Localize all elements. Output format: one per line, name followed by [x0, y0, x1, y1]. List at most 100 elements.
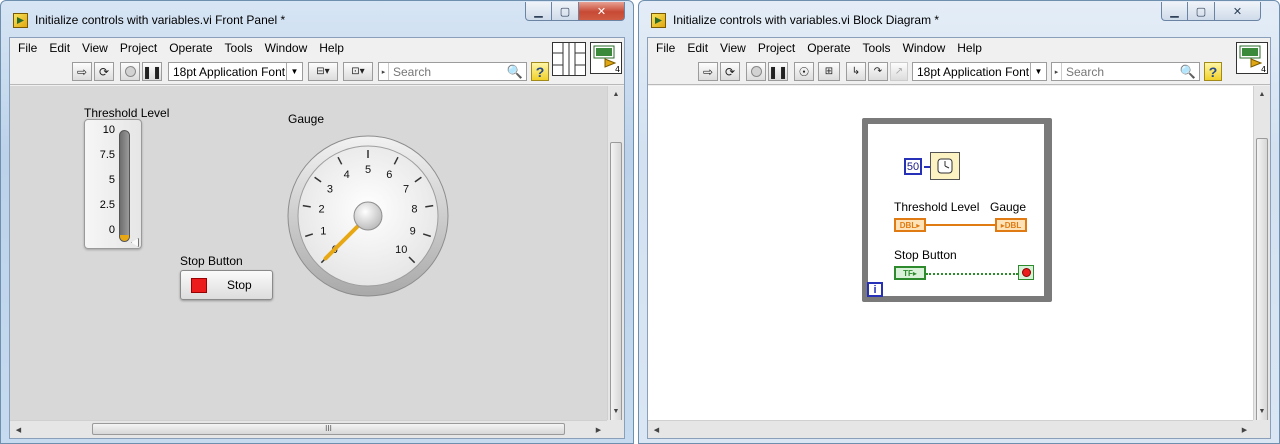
search-box[interactable]: ▸ Search 🔍	[1051, 62, 1200, 81]
maximize-button[interactable]: ▢	[552, 2, 579, 21]
search-options-icon[interactable]: ▸	[379, 63, 389, 80]
dbl-tag: DBL	[1004, 220, 1022, 230]
menu-help[interactable]: Help	[951, 38, 988, 58]
stop-button-terminal[interactable]: TF ▸	[894, 266, 926, 280]
slide-thumb[interactable]	[131, 238, 139, 247]
run-continuously-icon[interactable]: ⟳	[94, 62, 114, 81]
menu-window[interactable]: Window	[259, 38, 314, 58]
menu-view[interactable]: View	[714, 38, 752, 58]
while-loop[interactable]: 50 Threshold Level DBL ▸ Gauge ▸ DBL Stop …	[862, 118, 1052, 302]
slide-track[interactable]	[119, 130, 130, 242]
scroll-up-icon[interactable]: ▲	[608, 86, 624, 103]
gauge-indicator: 012345678910	[287, 135, 449, 297]
menu-view[interactable]: View	[76, 38, 114, 58]
slide-tick: 2.5	[99, 199, 115, 211]
scroll-left-icon[interactable]: ◀	[10, 421, 27, 438]
block-diagram-client: File Edit View Project Operate Tools Win…	[647, 37, 1271, 439]
menu-operate[interactable]: Operate	[163, 38, 218, 58]
font-selector[interactable]: 18pt Application Font ▼	[168, 62, 303, 81]
wire-stop-boolean	[926, 273, 1018, 275]
distribute-objects-icon[interactable]: ⊡▾	[343, 62, 373, 81]
front-panel-title: Initialize controls with variables.vi Fr…	[35, 13, 286, 27]
wire-threshold-to-gauge	[926, 224, 996, 226]
menu-bar: File Edit View Project Operate Tools Win…	[648, 38, 1270, 58]
vertical-scroll-thumb[interactable]	[610, 142, 622, 422]
scroll-down-icon[interactable]: ▼	[1254, 403, 1270, 420]
scroll-right-icon[interactable]: ▶	[590, 421, 607, 438]
scroll-down-icon[interactable]: ▼	[608, 403, 624, 420]
search-icon[interactable]: 🔍	[1177, 64, 1199, 80]
vertical-scrollbar[interactable]: ▲ ▼	[1253, 86, 1270, 422]
block-diagram-canvas[interactable]: 50 Threshold Level DBL ▸ Gauge ▸ DBL Stop …	[648, 86, 1255, 420]
gauge-tick-label: 7	[403, 183, 409, 195]
gauge-tick-label: 1	[320, 226, 326, 238]
menu-tools[interactable]: Tools	[219, 38, 259, 58]
run-arrow-icon[interactable]: ⇨	[72, 62, 92, 81]
scroll-right-icon[interactable]: ▶	[1236, 421, 1253, 438]
search-options-icon[interactable]: ▸	[1052, 63, 1062, 80]
close-button[interactable]: ✕	[579, 2, 625, 21]
scroll-up-icon[interactable]: ▲	[1254, 86, 1270, 103]
gauge-terminal[interactable]: ▸ DBL	[995, 218, 1027, 232]
font-selector[interactable]: 18pt Application Font ▼	[912, 62, 1047, 81]
highlight-execution-icon[interactable]: ☉	[794, 62, 814, 81]
menu-file[interactable]: File	[650, 38, 681, 58]
abort-icon[interactable]	[746, 62, 766, 81]
step-over-icon[interactable]: ↷	[868, 62, 888, 81]
menu-project[interactable]: Project	[114, 38, 163, 58]
step-out-icon[interactable]: ↗	[890, 62, 908, 81]
minimize-button[interactable]: ▁	[525, 2, 552, 21]
retain-wire-values-icon[interactable]: ⊞	[818, 62, 840, 81]
vertical-scroll-thumb[interactable]	[1256, 138, 1268, 422]
gauge-terminal-label: Gauge	[990, 200, 1027, 214]
wait-constant[interactable]: 50	[904, 158, 922, 175]
block-diagram-window: Initialize controls with variables.vi Bl…	[638, 0, 1280, 444]
menu-file[interactable]: File	[12, 38, 43, 58]
maximize-button[interactable]: ▢	[1188, 2, 1215, 21]
vi-icon[interactable]: 4	[590, 42, 622, 74]
horizontal-scrollbar[interactable]: ◀ ▶	[648, 420, 1253, 438]
menu-operate[interactable]: Operate	[801, 38, 856, 58]
search-input[interactable]: Search	[1062, 65, 1177, 79]
vertical-scrollbar[interactable]: ▲ ▼	[607, 86, 624, 422]
threshold-slide[interactable]: 10 7.5 5 2.5 0	[84, 119, 142, 249]
stop-button[interactable]: Stop	[180, 270, 273, 300]
menu-project[interactable]: Project	[752, 38, 801, 58]
context-help-icon[interactable]: ?	[531, 62, 549, 81]
threshold-terminal[interactable]: DBL ▸	[894, 218, 926, 232]
search-box[interactable]: ▸ Search 🔍	[378, 62, 527, 81]
wait-ms-icon[interactable]	[930, 152, 960, 180]
loop-condition-icon[interactable]	[1018, 265, 1034, 280]
step-into-icon[interactable]: ↳	[846, 62, 866, 81]
menu-help[interactable]: Help	[313, 38, 350, 58]
minimize-button[interactable]: ▁	[1161, 2, 1188, 21]
block-diagram-titlebar[interactable]: Initialize controls with variables.vi Bl…	[639, 1, 1279, 37]
gauge-hub	[353, 201, 383, 231]
gauge-tick-label: 2	[319, 204, 325, 216]
horizontal-scroll-thumb[interactable]: III	[92, 423, 565, 435]
slide-tick: 10	[102, 124, 115, 136]
menu-edit[interactable]: Edit	[43, 38, 76, 58]
context-help-icon[interactable]: ?	[1204, 62, 1222, 81]
pause-icon[interactable]: ❚❚	[768, 62, 788, 81]
menu-window[interactable]: Window	[897, 38, 952, 58]
menu-edit[interactable]: Edit	[681, 38, 714, 58]
scroll-left-icon[interactable]: ◀	[648, 421, 665, 438]
align-objects-icon[interactable]: ⊟▾	[308, 62, 338, 81]
threshold-label: Threshold Level	[84, 106, 170, 120]
vi-icon[interactable]: 4	[1236, 42, 1268, 74]
search-icon[interactable]: 🔍	[504, 64, 526, 80]
connector-pane-icon[interactable]	[552, 42, 586, 76]
run-continuously-icon[interactable]: ⟳	[720, 62, 740, 81]
pause-icon[interactable]: ❚❚	[142, 62, 162, 81]
menu-tools[interactable]: Tools	[857, 38, 897, 58]
gauge-tick-label: 10	[395, 244, 407, 256]
search-input[interactable]: Search	[389, 65, 504, 79]
abort-icon[interactable]	[120, 62, 140, 81]
menu-bar: File Edit View Project Operate Tools Win…	[10, 38, 624, 58]
close-button[interactable]: ✕	[1215, 2, 1261, 21]
front-panel-titlebar[interactable]: Initialize controls with variables.vi Fr…	[1, 1, 633, 37]
run-arrow-icon[interactable]: ⇨	[698, 62, 718, 81]
front-panel-canvas[interactable]: Threshold Level 10 7.5 5 2.5 0 Gauge 1 2…	[10, 86, 609, 420]
horizontal-scrollbar[interactable]: ◀ III ▶	[10, 420, 607, 438]
